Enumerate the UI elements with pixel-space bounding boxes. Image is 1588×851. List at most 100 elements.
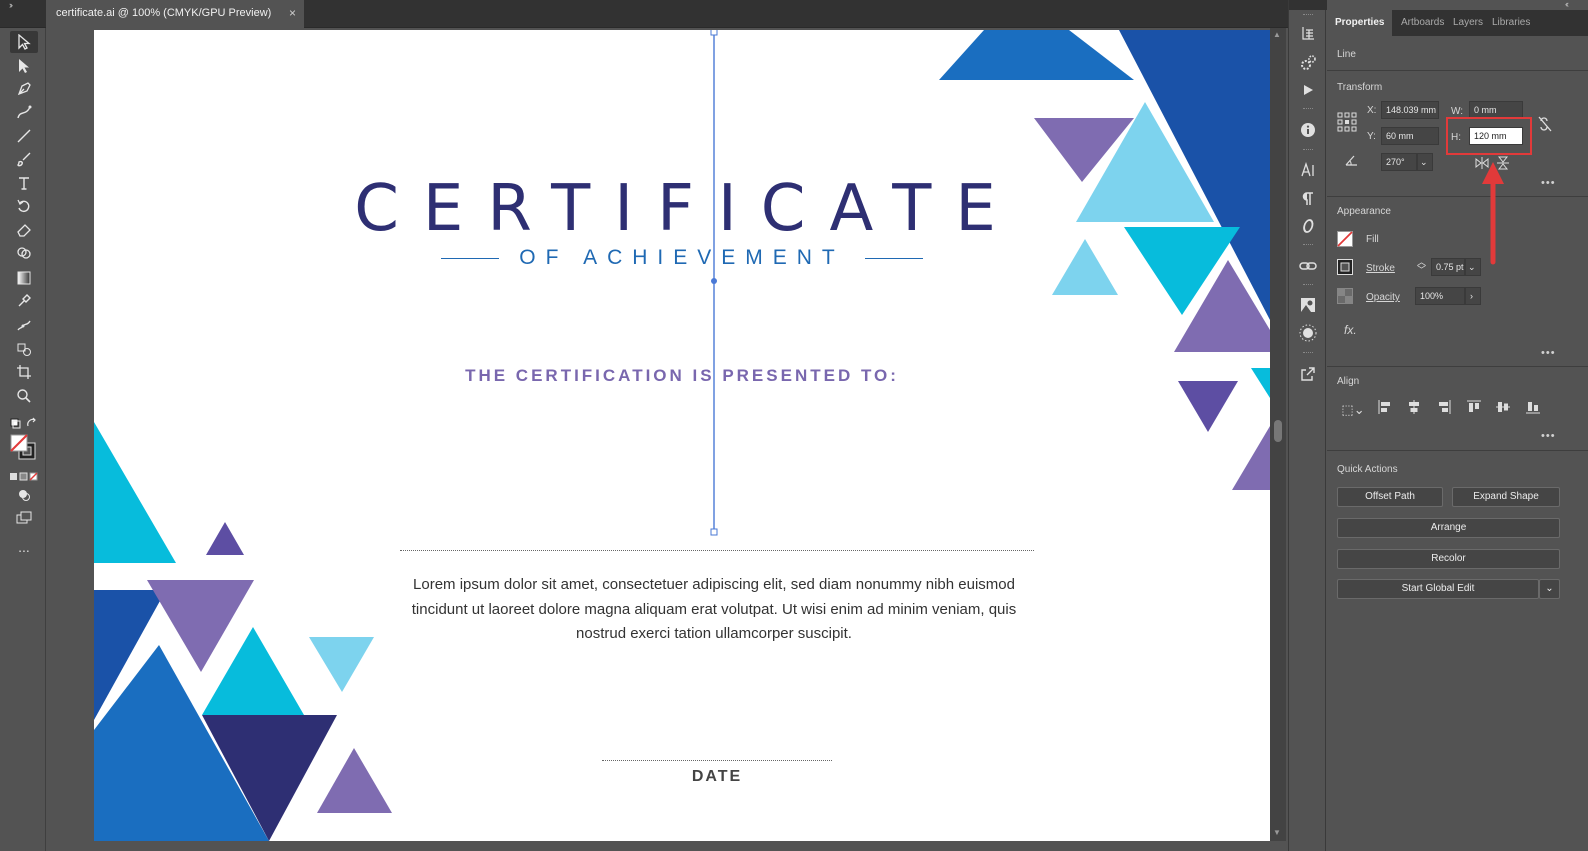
opacity-checker-icon xyxy=(1337,288,1353,309)
panel-tab-bar: Properties Artboards Layers Libraries xyxy=(1327,10,1588,36)
shape-builder-tool-icon[interactable] xyxy=(10,242,38,264)
eraser-tool-icon[interactable] xyxy=(10,219,38,241)
document-tab-bar: ›› certificate.ai @ 100% (CMYK/GPU Previ… xyxy=(0,0,1288,28)
align-bottom-icon[interactable] xyxy=(1523,400,1543,420)
tools-panel: ... xyxy=(0,28,46,851)
tab-layers[interactable]: Layers xyxy=(1453,10,1483,36)
eyedropper-tool-icon[interactable] xyxy=(10,290,38,312)
offset-path-button[interactable]: Offset Path xyxy=(1337,487,1443,507)
live-paint-tool-icon[interactable] xyxy=(10,338,38,360)
canvas[interactable]: CERTIFICATE OF ACHIEVEMENT THE CERTIFICA… xyxy=(46,28,1270,841)
pen-tool-icon[interactable] xyxy=(10,78,38,100)
reference-point-icon[interactable] xyxy=(1337,112,1357,137)
scrollbar-thumb[interactable] xyxy=(1274,420,1282,442)
collapse-panel-icon[interactable]: ‹‹ xyxy=(1565,0,1569,9)
paragraph-icon[interactable] xyxy=(1297,188,1319,210)
appearance-more-options-icon[interactable]: ••• xyxy=(1541,347,1556,359)
fill-label[interactable]: Fill xyxy=(1366,234,1379,245)
direct-selection-tool-icon[interactable] xyxy=(10,55,38,77)
opacity-flyout-chevron-icon[interactable]: › xyxy=(1465,287,1481,305)
strip-grip[interactable] xyxy=(1303,14,1313,16)
image-trace-icon[interactable] xyxy=(1297,294,1319,316)
height-field-highlight xyxy=(1446,117,1532,155)
document-tab[interactable]: certificate.ai @ 100% (CMYK/GPU Preview)… xyxy=(46,0,304,28)
opacity-label[interactable]: Opacity xyxy=(1366,292,1400,303)
align-horizontal-center-icon[interactable] xyxy=(1404,400,1424,420)
puppet-warp-tool-icon[interactable] xyxy=(10,314,38,336)
strip-grip-5[interactable] xyxy=(1303,284,1313,286)
actions-play-icon[interactable] xyxy=(1297,79,1319,101)
tab-properties[interactable]: Properties xyxy=(1327,10,1393,36)
more-tools-icon[interactable]: ... xyxy=(10,536,38,558)
opacity-field[interactable]: 100% xyxy=(1415,287,1465,305)
rotate-tool-icon[interactable] xyxy=(10,195,38,217)
align-vertical-center-icon[interactable] xyxy=(1493,400,1513,420)
strip-grip-2[interactable] xyxy=(1303,108,1313,110)
close-tab-icon[interactable]: × xyxy=(289,0,296,27)
selection-handle-bottom[interactable] xyxy=(710,528,718,536)
gradient-tool-icon[interactable] xyxy=(10,267,38,289)
x-label: X: xyxy=(1367,105,1377,116)
strip-grip-6[interactable] xyxy=(1303,352,1313,354)
stroke-weight-dropdown-chevron-icon[interactable]: ⌄ xyxy=(1465,258,1481,276)
selection-center-point[interactable] xyxy=(711,278,717,284)
type-tool-icon[interactable] xyxy=(10,172,38,194)
rotation-dropdown-chevron-icon[interactable]: ⌄ xyxy=(1417,153,1433,171)
document-tab-title: certificate.ai @ 100% (CMYK/GPU Preview) xyxy=(56,7,272,19)
document-info-gears-icon[interactable] xyxy=(1297,52,1319,74)
align-more-options-icon[interactable]: ••• xyxy=(1541,430,1556,442)
artboard-tool-icon[interactable] xyxy=(10,361,38,383)
constrain-proportions-icon[interactable] xyxy=(1537,115,1553,138)
line-segment-tool-icon[interactable] xyxy=(10,125,38,147)
curvature-tool-icon[interactable] xyxy=(10,101,38,123)
fill-swatch-none-icon[interactable] xyxy=(1337,231,1353,252)
selection-handle-top[interactable] xyxy=(710,30,718,36)
strip-grip-3[interactable] xyxy=(1303,149,1313,151)
recolor-button[interactable]: Recolor xyxy=(1337,549,1560,569)
align-to-dropdown-icon[interactable]: ⬚⌄ xyxy=(1339,400,1367,420)
tab-artboards[interactable]: Artboards xyxy=(1401,10,1445,36)
align-left-icon[interactable] xyxy=(1375,400,1395,420)
zoom-tool-icon[interactable] xyxy=(10,385,38,407)
fx-effects-icon[interactable]: fx. xyxy=(1344,323,1357,337)
align-heading: Align xyxy=(1337,376,1360,387)
red-arrow-annotation xyxy=(1482,162,1504,265)
scroll-down-icon[interactable]: ▼ xyxy=(1273,828,1281,837)
arrange-button[interactable]: Arrange xyxy=(1337,518,1560,538)
swap-fill-stroke-icon[interactable] xyxy=(8,413,40,435)
asset-export-icon[interactable] xyxy=(1297,22,1319,44)
drawing-mode-icon[interactable] xyxy=(10,484,38,506)
selected-line[interactable] xyxy=(94,30,1270,841)
artboard[interactable]: CERTIFICATE OF ACHIEVEMENT THE CERTIFICA… xyxy=(94,30,1270,841)
w-label: W: xyxy=(1451,106,1464,117)
export-external-icon[interactable] xyxy=(1297,363,1319,385)
strip-grip-4[interactable] xyxy=(1303,244,1313,246)
collapse-toolbar-icon[interactable]: ›› xyxy=(9,0,13,10)
paintbrush-tool-icon[interactable] xyxy=(10,148,38,170)
x-position-field[interactable]: 148.039 mm xyxy=(1381,101,1439,119)
stroke-label[interactable]: Stroke xyxy=(1366,263,1395,274)
y-position-field[interactable]: 60 mm xyxy=(1381,127,1439,145)
selection-tool-icon[interactable] xyxy=(10,31,38,53)
transform-more-options-icon[interactable]: ••• xyxy=(1541,177,1556,189)
screen-mode-icon[interactable] xyxy=(10,507,38,529)
stroke-weight-field[interactable]: 0.75 pt xyxy=(1431,258,1465,276)
align-top-icon[interactable] xyxy=(1464,400,1484,420)
opentype-icon[interactable] xyxy=(1297,215,1319,237)
start-global-edit-button[interactable]: Start Global Edit xyxy=(1337,579,1539,599)
stroke-swatch-icon[interactable] xyxy=(1337,259,1353,280)
appearance-heading: Appearance xyxy=(1337,206,1391,217)
links-icon[interactable] xyxy=(1297,255,1319,277)
appearance-sun-icon[interactable] xyxy=(1297,322,1319,344)
character-icon[interactable] xyxy=(1297,159,1319,181)
align-right-icon[interactable] xyxy=(1434,400,1454,420)
expand-shape-button[interactable]: Expand Shape xyxy=(1452,487,1560,507)
fill-stroke-swatches[interactable] xyxy=(10,434,38,462)
canvas-vertical-scrollbar[interactable]: ▲ ▼ xyxy=(1270,28,1286,841)
rotation-angle-field[interactable]: 270° xyxy=(1381,153,1417,171)
global-edit-options-chevron-icon[interactable]: ⌄ xyxy=(1539,579,1560,599)
info-icon[interactable] xyxy=(1297,119,1319,141)
tab-libraries[interactable]: Libraries xyxy=(1492,10,1530,36)
stroke-weight-stepper-icon[interactable]: ︿ ﹀ xyxy=(1417,258,1426,275)
scroll-up-icon[interactable]: ▲ xyxy=(1273,30,1281,39)
